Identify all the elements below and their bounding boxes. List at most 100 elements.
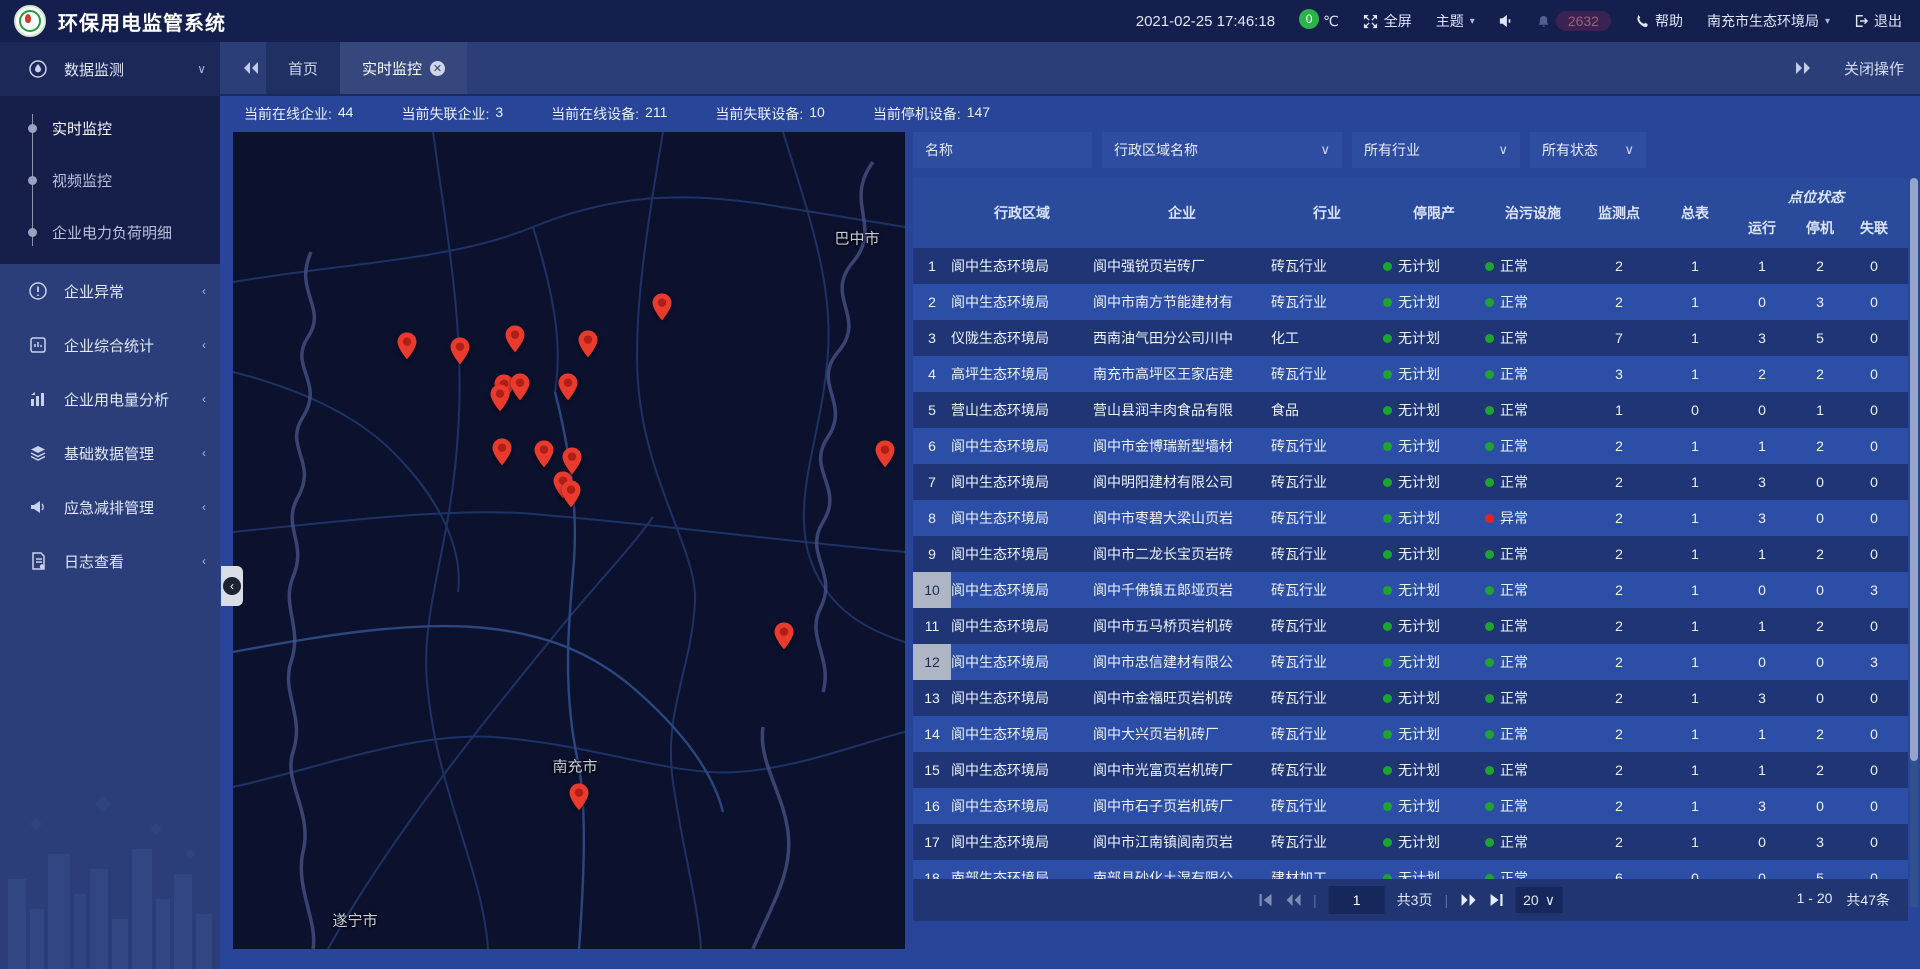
cell-points: 2 [1581,726,1657,742]
region-select[interactable]: 行政区域名称∨ [1102,132,1342,168]
col-run: 运行 [1733,208,1791,248]
sidebar-item-data-monitoring[interactable]: 数据监测 ∨ [0,42,220,96]
status-dot [1383,730,1392,739]
col-halt: 停机 [1791,208,1849,248]
tab-home[interactable]: 首页 [266,42,340,94]
sidebar-item-logs[interactable]: 日志查看 ‹ [0,534,220,588]
map-pin[interactable] [653,293,672,320]
help-button[interactable]: 帮助 [1635,11,1683,31]
sidebar-item-realtime-monitor[interactable]: 实时监控 [0,102,220,154]
status-dot [1485,478,1494,487]
name-search-input[interactable] [913,132,1092,168]
page-number-input[interactable] [1329,886,1385,914]
table-row[interactable]: 18 南部生态环境局 南部县砂化土湿有限公 建材加工 无计划 [913,860,1908,879]
table-row[interactable]: 13 阆中生态环境局 阆中市金福旺页岩机砖 砖瓦行业 无计划 [913,680,1908,716]
cell-run: 3 [1733,330,1791,346]
cell-run: 1 [1733,726,1791,742]
cell-facility: 正常 [1485,868,1581,879]
next-page-button[interactable] [1460,894,1476,906]
status-dot [1383,298,1392,307]
vertical-scrollbar[interactable] [1910,178,1918,907]
tabs-scroll-left-button[interactable] [236,62,266,74]
row-number: 14 [913,716,951,752]
map-pin[interactable] [535,440,554,467]
sidebar-collapse-button[interactable]: ‹ [221,566,243,606]
sidebar-item-emergency-reduction[interactable]: 应急减排管理 ‹ [0,480,220,534]
map-pin[interactable] [398,332,417,359]
status-dot [1485,334,1494,343]
table-row[interactable]: 16 阆中生态环境局 阆中市石子页岩机砖厂 砖瓦行业 无计划 [913,788,1908,824]
map-pin[interactable] [511,373,530,400]
cell-region: 阆中生态环境局 [951,544,1093,564]
cell-halt: 2 [1791,726,1849,742]
table-row[interactable]: 2 阆中生态环境局 阆中市南方节能建材有 砖瓦行业 无计划 [913,284,1908,320]
cell-stop: 无计划 [1383,580,1485,600]
logout-button[interactable]: 退出 [1854,11,1902,31]
sound-button[interactable] [1499,14,1513,28]
scrollbar-thumb[interactable] [1910,178,1918,761]
fullscreen-button[interactable]: 全屏 [1363,11,1412,31]
tabs-scroll-right-button[interactable] [1788,62,1818,74]
table-row[interactable]: 6 阆中生态环境局 阆中市金博瑞新型墙材 砖瓦行业 无计划 [913,428,1908,464]
sidebar-item-base-data[interactable]: 基础数据管理 ‹ [0,426,220,480]
table-row[interactable]: 8 阆中生态环境局 阆中市枣碧大梁山页岩 砖瓦行业 无计划 [913,500,1908,536]
table-row[interactable]: 15 阆中生态环境局 阆中市光富页岩机砖厂 砖瓦行业 无计划 [913,752,1908,788]
table-row[interactable]: 9 阆中生态环境局 阆中市二龙长宝页岩砖 砖瓦行业 无计划 [913,536,1908,572]
table-row[interactable]: 11 阆中生态环境局 阆中市五马桥页岩机砖 砖瓦行业 无计划 [913,608,1908,644]
map-pin[interactable] [451,337,470,364]
map-pin[interactable] [570,783,589,810]
sidebar-item-company-abnormal[interactable]: 企业异常 ‹ [0,264,220,318]
table-row[interactable]: 12 阆中生态环境局 阆中市忠信建材有限公 砖瓦行业 无计划 [913,644,1908,680]
table-row[interactable]: 7 阆中生态环境局 阆中明阳建材有限公司 砖瓦行业 无计划 [913,464,1908,500]
table-row[interactable]: 3 仪陇生态环境局 西南油气田分公司川中 化工 无计划 [913,320,1908,356]
prev-page-button[interactable] [1285,894,1301,906]
map-pin[interactable] [506,325,525,352]
datetime: 2021-02-25 17:46:18 [1136,13,1275,30]
map-pin[interactable] [493,438,512,465]
map-pin[interactable] [491,384,510,411]
map-label-bazhong: 巴中市 [834,228,879,249]
chevron-left-icon: ‹ [202,338,206,352]
sidebar-item-power-analysis[interactable]: 企业用电量分析 ‹ [0,372,220,426]
table-row[interactable]: 4 高坪生态环境局 南充市高坪区王家店建 砖瓦行业 无计划 [913,356,1908,392]
cell-lost: 0 [1849,402,1899,418]
first-page-button[interactable] [1258,894,1273,906]
table-row[interactable]: 10 阆中生态环境局 阆中千佛镇五郎垭页岩 砖瓦行业 无计划 [913,572,1908,608]
org-menu[interactable]: 南充市生态环境局▾ [1707,11,1830,31]
cell-region: 阆中生态环境局 [951,508,1093,528]
map-pin[interactable] [579,330,598,357]
sidebar-item-company-statistics[interactable]: 企业综合统计 ‹ [0,318,220,372]
sidebar-item-power-load-detail[interactable]: 企业电力负荷明细 [0,206,220,258]
last-page-button[interactable] [1488,894,1503,906]
cell-meter: 0 [1657,402,1733,418]
status-dot [1485,622,1494,631]
map-pin[interactable] [775,622,794,649]
map-pin[interactable] [562,480,581,507]
row-number: 7 [913,464,951,500]
table-row[interactable]: 1 阆中生态环境局 阆中强锐页岩砖厂 砖瓦行业 无计划 [913,248,1908,284]
cell-meter: 0 [1657,870,1733,879]
tab-realtime-monitor[interactable]: 实时监控 ✕ [340,42,467,94]
row-number: 5 [913,392,951,428]
cell-run: 1 [1733,762,1791,778]
industry-select[interactable]: 所有行业∨ [1352,132,1520,168]
notifications[interactable]: 2632 [1537,11,1611,31]
close-icon[interactable]: ✕ [430,61,445,76]
map-pin[interactable] [876,440,895,467]
status-select[interactable]: 所有状态∨ [1530,132,1646,168]
sidebar-item-video-monitor[interactable]: 视频监控 [0,154,220,206]
map-pin[interactable] [559,373,578,400]
table-row[interactable]: 17 阆中生态环境局 阆中市江南镇阆南页岩 砖瓦行业 无计划 [913,824,1908,860]
table-row[interactable]: 14 阆中生态环境局 阆中大兴页岩机砖厂 砖瓦行业 无计划 [913,716,1908,752]
cell-industry: 砖瓦行业 [1271,472,1383,492]
table-row[interactable]: 5 营山生态环境局 营山县润丰肉食品有限 食品 无计划 [913,392,1908,428]
map-pin[interactable] [563,447,582,474]
chevron-down-icon: ∨ [1624,142,1634,158]
page-size-select[interactable]: 20 ∨ [1515,887,1563,913]
cell-points: 6 [1581,870,1657,879]
theme-menu[interactable]: 主题▾ [1436,11,1475,31]
close-operations-button[interactable]: 关闭操作 [1844,58,1904,79]
map-panel[interactable]: 巴中市 南充市 遂宁市 [233,132,905,949]
col-group-point-status: 点位状态 [1733,178,1899,208]
cell-region: 阆中生态环境局 [951,724,1093,744]
